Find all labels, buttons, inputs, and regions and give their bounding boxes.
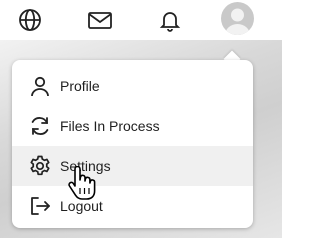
menu-item-label: Files In Process: [60, 118, 160, 134]
mail-icon[interactable]: [84, 4, 116, 36]
refresh-icon: [28, 114, 52, 138]
menu-item-profile[interactable]: Profile: [12, 66, 253, 106]
user-icon: [28, 74, 52, 98]
logout-icon: [28, 194, 52, 218]
user-dropdown-menu: Profile Files In Process Settings Logout: [12, 60, 253, 228]
bell-icon[interactable]: [154, 4, 186, 36]
hand-cursor-icon: [66, 165, 98, 202]
gear-icon: [28, 154, 52, 178]
menu-item-logout[interactable]: Logout: [12, 186, 253, 226]
avatar[interactable]: [221, 2, 254, 35]
globe-icon[interactable]: [14, 4, 46, 36]
menu-item-files-in-process[interactable]: Files In Process: [12, 106, 253, 146]
menu-item-label: Profile: [60, 78, 100, 94]
menu-item-settings[interactable]: Settings: [12, 146, 253, 186]
